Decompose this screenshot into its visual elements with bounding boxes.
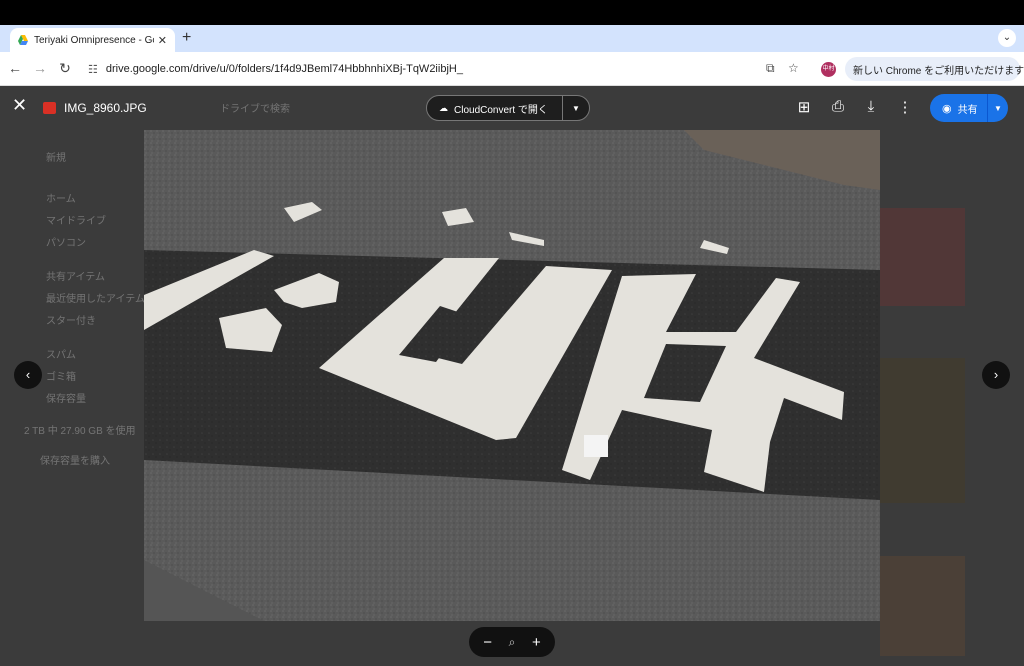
- nav-storage: 保存容量: [46, 394, 86, 405]
- storage-usage: 2 TB 中 27.90 GB を使用: [24, 426, 136, 437]
- nav-spam: スパム: [46, 350, 76, 361]
- open-with-button[interactable]: ☁ CloudConvert で開く ▼: [426, 95, 590, 121]
- new-tab-button[interactable]: +: [182, 29, 191, 47]
- nav-recent: 最近使用したアイテム: [46, 294, 145, 305]
- url-text: drive.google.com/drive/u/0/folders/1f4d9…: [105, 63, 463, 75]
- print-icon[interactable]: ⎙: [828, 98, 848, 115]
- update-chrome-text: 新しい Chrome をご利用いただけます: [853, 65, 1024, 77]
- file-preview-overlay: ドライブで検索 新規 ホーム マイドライブ パソコン 共有アイテム 最近使用した…: [0, 86, 1024, 666]
- nav-starred: スター付き: [46, 316, 96, 327]
- previous-file-button[interactable]: ‹: [14, 361, 42, 389]
- nav-shared: 共有アイテム: [46, 272, 105, 283]
- tab-search-button[interactable]: ⌄: [998, 29, 1016, 47]
- toolbar: ← → ↻ ☷ drive.google.com/drive/u/0/folde…: [0, 52, 1024, 86]
- bookmark-star-icon[interactable]: ☆: [788, 61, 799, 75]
- nav-my-drive: マイドライブ: [46, 216, 106, 227]
- browser-tab[interactable]: Teriyaki Omnipresence - Goo ✕: [10, 28, 175, 52]
- site-info-icon[interactable]: ☷: [88, 63, 98, 76]
- macos-menubar: [0, 0, 1024, 25]
- update-chrome-chip[interactable]: 新しい Chrome をご利用いただけます ⋮: [845, 57, 1024, 81]
- globe-icon: ◉: [942, 102, 952, 115]
- road-marking-photo: [144, 130, 880, 621]
- close-icon[interactable]: ✕: [12, 95, 27, 116]
- chevron-down-icon[interactable]: ▼: [563, 104, 589, 113]
- new-button: 新規: [46, 153, 66, 164]
- preview-image: [144, 130, 880, 621]
- tab-strip: Teriyaki Omnipresence - Goo ✕ + ⌄: [0, 25, 1024, 52]
- buy-storage-button: 保存容量を購入: [40, 456, 110, 467]
- profile-avatar[interactable]: 中村: [821, 62, 836, 77]
- zoom-out-button[interactable]: −: [483, 634, 492, 651]
- cloud-icon: ☁: [439, 102, 448, 113]
- address-bar[interactable]: ☷ drive.google.com/drive/u/0/folders/1f4…: [82, 57, 812, 81]
- download-icon[interactable]: ⤓: [861, 98, 881, 115]
- image-file-icon: [43, 102, 56, 114]
- tab-title: Teriyaki Omnipresence - Goo: [34, 34, 154, 46]
- open-with-label: CloudConvert で開く: [454, 104, 548, 116]
- next-file-button[interactable]: ›: [982, 361, 1010, 389]
- reload-button[interactable]: ↻: [56, 60, 74, 77]
- nav-trash: ゴミ箱: [46, 372, 76, 383]
- share-label: 共有: [957, 104, 978, 116]
- tab-close-icon[interactable]: ✕: [158, 34, 167, 47]
- install-app-icon[interactable]: ⧉: [766, 61, 775, 76]
- google-drive-icon: [18, 35, 28, 45]
- viewer-header: ✕ IMG_8960.JPG ☁ CloudConvert で開く ▼ ⊞ ⎙ …: [0, 86, 1024, 130]
- add-comment-icon[interactable]: ⊞: [794, 98, 814, 116]
- thumbnail: [880, 208, 965, 306]
- zoom-magnifier-icon[interactable]: ⌕: [509, 635, 516, 650]
- zoom-in-button[interactable]: +: [532, 634, 541, 651]
- nav-computers: パソコン: [46, 238, 86, 249]
- thumbnail: [880, 358, 965, 503]
- thumbnail: [880, 556, 965, 656]
- nav-home: ホーム: [46, 194, 76, 205]
- file-name: IMG_8960.JPG: [64, 101, 147, 115]
- forward-button[interactable]: →: [31, 60, 49, 76]
- chevron-down-icon[interactable]: ▼: [988, 104, 1008, 113]
- share-button[interactable]: ◉ 共有 ▼: [930, 94, 1008, 122]
- zoom-controls: − ⌕ +: [469, 627, 555, 657]
- more-options-icon[interactable]: ⋮: [895, 98, 915, 116]
- back-button[interactable]: ←: [6, 60, 24, 76]
